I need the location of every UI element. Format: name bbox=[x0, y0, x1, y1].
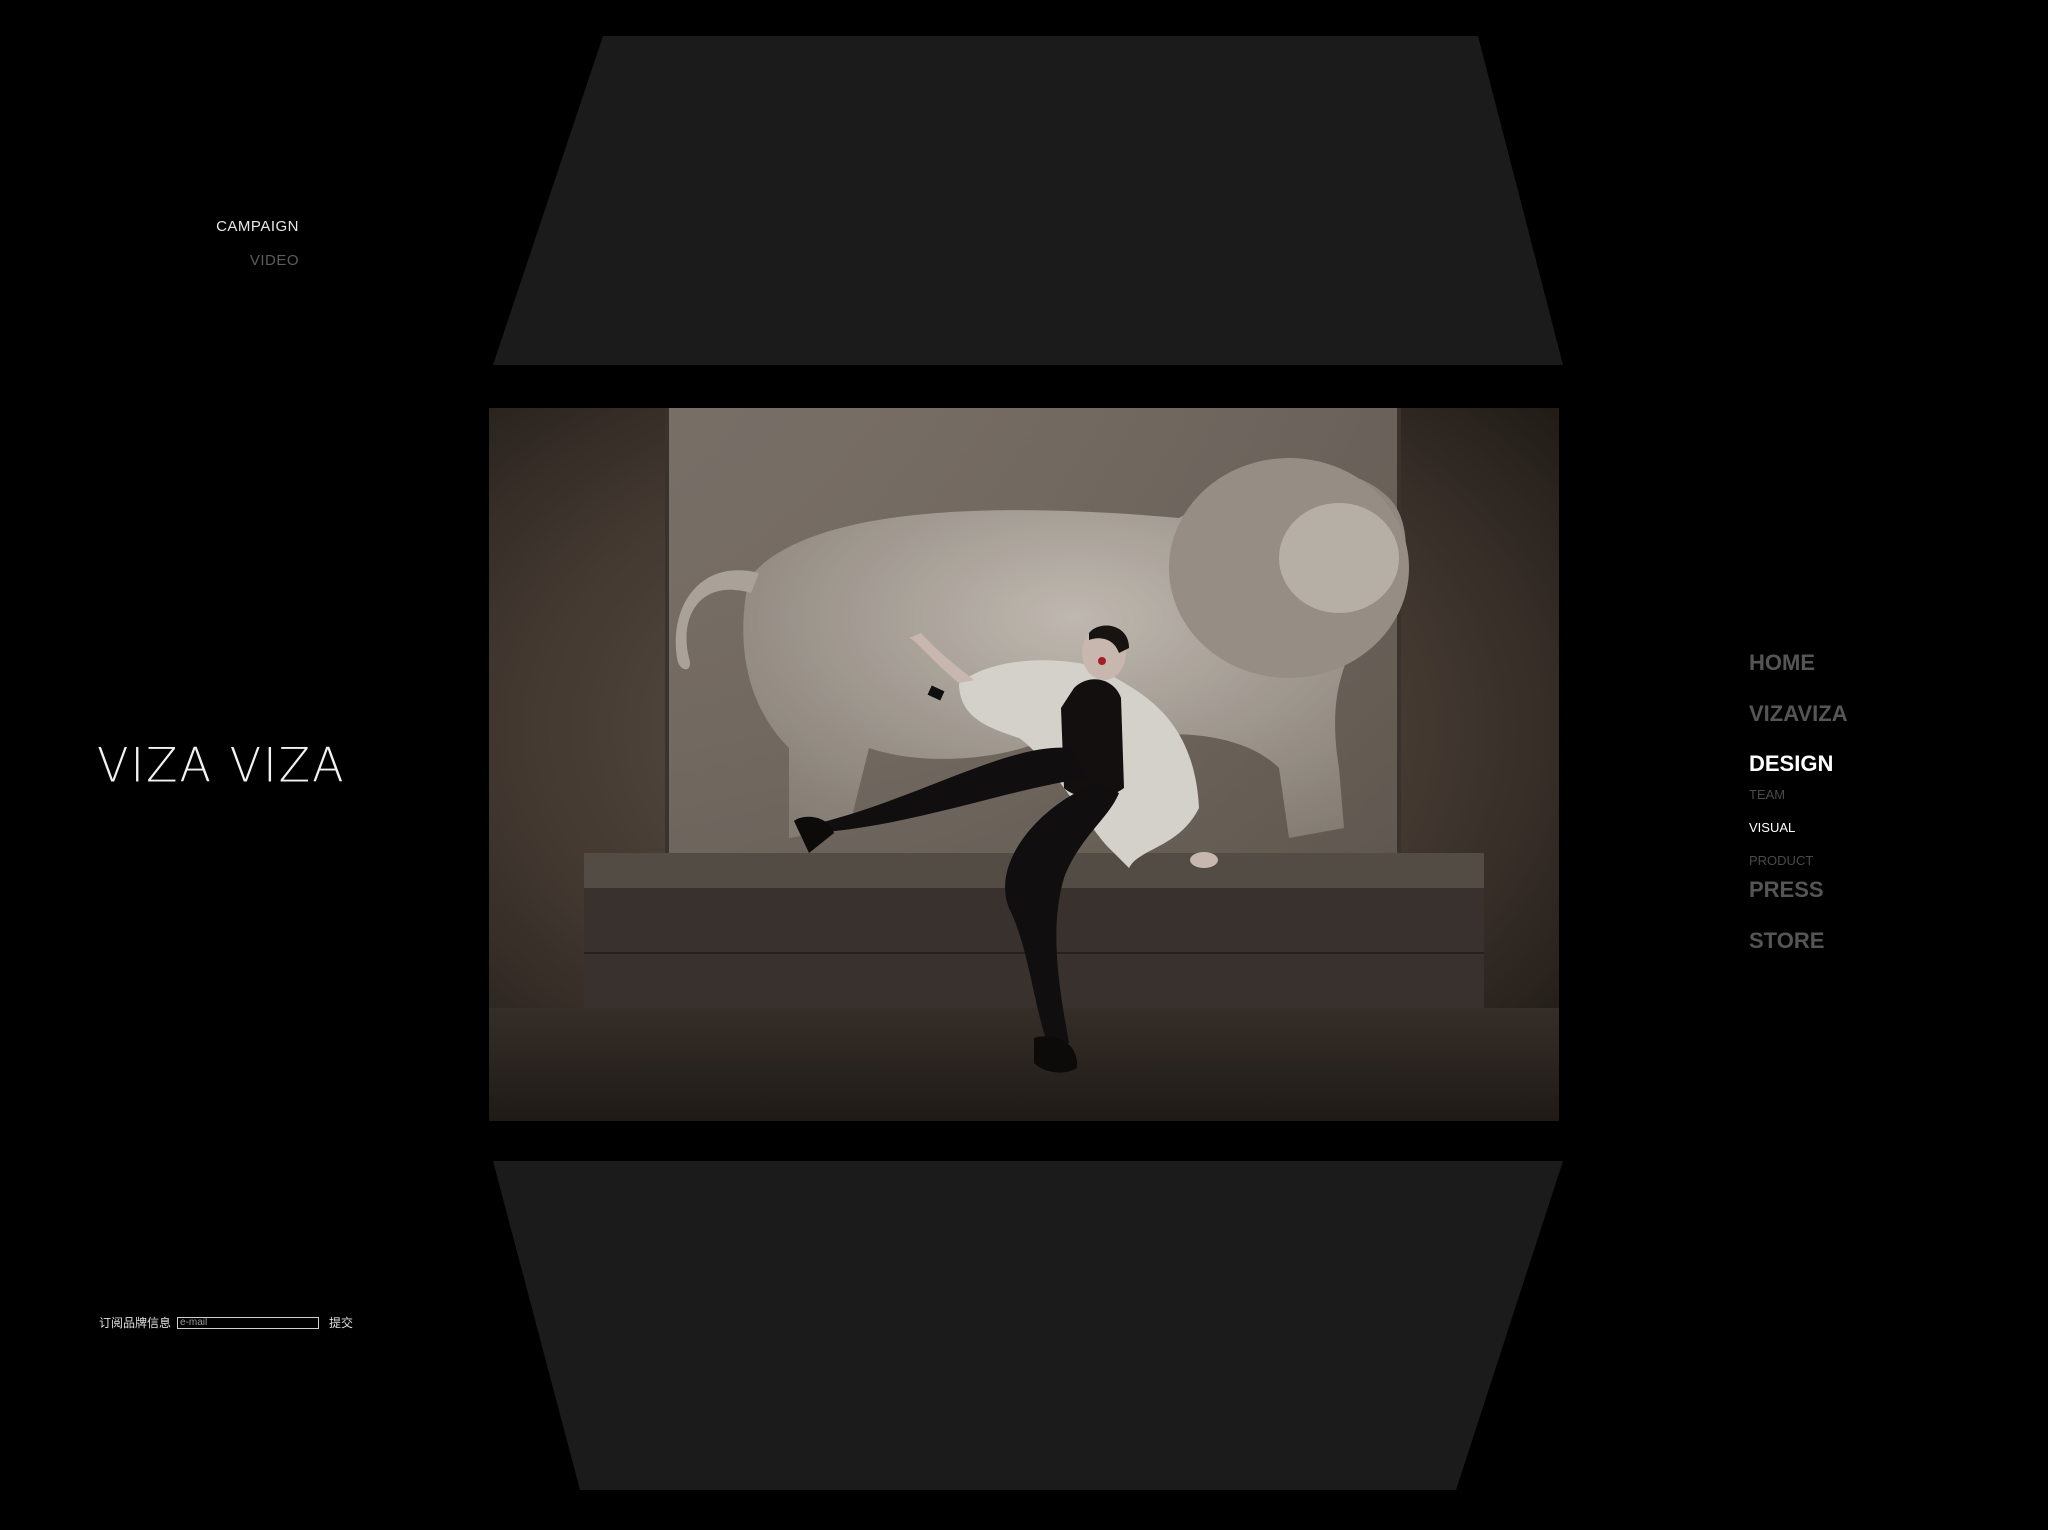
subscribe-submit-button[interactable]: 提交 bbox=[329, 1314, 353, 1331]
campaign-photo[interactable] bbox=[489, 408, 1559, 1121]
subnav-video[interactable]: VIDEO bbox=[250, 252, 299, 269]
campaign-photo-image bbox=[489, 408, 1559, 1121]
nav-press[interactable]: PRESS bbox=[1749, 877, 1824, 903]
nav-design-visual[interactable]: VISUAL bbox=[1749, 820, 1795, 835]
subnav-campaign[interactable]: CAMPAIGN bbox=[216, 218, 299, 235]
subscribe-form: 订阅品牌信息 提交 bbox=[99, 1314, 353, 1331]
nav-design-team[interactable]: TEAM bbox=[1749, 787, 1785, 802]
nav-store[interactable]: STORE bbox=[1749, 928, 1824, 954]
brand-logo[interactable]: VIZA VIZA bbox=[97, 737, 346, 792]
email-input[interactable] bbox=[177, 1316, 320, 1329]
subscribe-label: 订阅品牌信息 bbox=[99, 1316, 172, 1330]
nav-design[interactable]: DESIGN bbox=[1749, 751, 1833, 777]
nav-home[interactable]: HOME bbox=[1749, 650, 1815, 676]
nav-design-product[interactable]: PRODUCT bbox=[1749, 853, 1813, 868]
next-slide-shape[interactable] bbox=[493, 1161, 1563, 1490]
page: CAMPAIGN VIDEO VIZA VIZA 订阅品牌信息 提交 bbox=[0, 0, 2048, 1530]
nav-vizaviza[interactable]: VIZAVIZA bbox=[1749, 701, 1848, 727]
previous-slide-shape[interactable] bbox=[493, 36, 1563, 365]
